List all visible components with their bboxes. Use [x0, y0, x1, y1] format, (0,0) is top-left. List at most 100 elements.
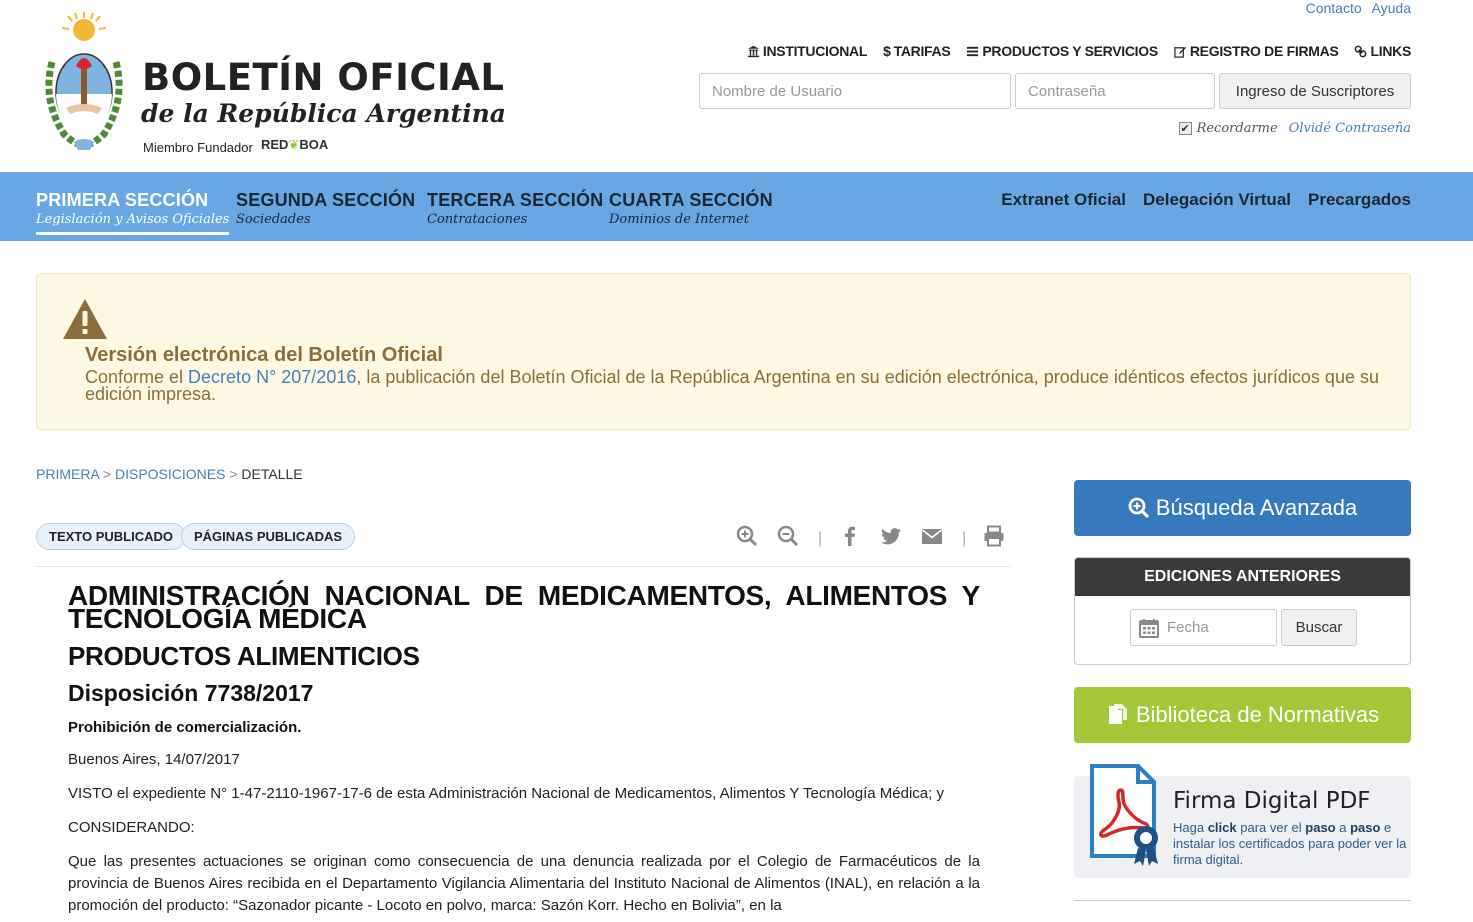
link-productos[interactable]: PRODUCTOS Y SERVICIOS — [966, 43, 1158, 59]
nav-cuarta-sub: Dominios de Internet — [609, 212, 749, 227]
site-header: BOLETÍN OFICIAL de la República Argentin… — [0, 0, 1473, 172]
list-icon — [967, 46, 979, 56]
article-toolbar: | | — [736, 524, 1024, 548]
nav-extranet-oficial[interactable]: Extranet Oficial — [1001, 190, 1126, 210]
tab-paginas-publicadas[interactable]: PÁGINAS PUBLICADAS — [181, 523, 356, 550]
article: ADMINISTRACIÓN NACIONAL DE MEDICAMENTOS,… — [68, 580, 980, 917]
boa-logo-text: BOA — [299, 137, 329, 152]
nav-cuarta-title: CUARTA SECCIÓN — [609, 190, 773, 210]
argentina-coat-of-arms-icon[interactable] — [38, 10, 130, 152]
contact-link[interactable]: Contacto — [1306, 0, 1362, 16]
main-links: INSTITUCIONAL $ TARIFAS PRODUCTOS Y SERV… — [747, 43, 1411, 59]
nav-segunda-title: SEGUNDA SECCIÓN — [236, 190, 416, 210]
link-links[interactable]: LINKS — [1354, 43, 1411, 59]
tab-texto-publicado[interactable]: TEXTO PUBLICADO — [36, 523, 186, 550]
firma-paso-2: paso — [1350, 820, 1381, 835]
nav-primera-title: PRIMERA SECCIÓN — [36, 190, 209, 210]
subscriber-login-button[interactable]: Ingreso de Suscriptores — [1219, 73, 1411, 109]
print-icon[interactable] — [983, 525, 1005, 547]
zoom-in-icon[interactable] — [736, 525, 758, 547]
toolbar-separator: | — [962, 530, 967, 547]
help-link[interactable]: Ayuda — [1372, 0, 1411, 16]
member-label: Miembro Fundador — [143, 140, 253, 155]
link-registro-label: REGISTRO DE FIRMAS — [1189, 43, 1339, 59]
envelope-icon[interactable] — [921, 525, 943, 547]
link-institucional[interactable]: INSTITUCIONAL — [747, 43, 867, 59]
username-input[interactable] — [699, 73, 1011, 109]
electronic-version-notice: Versión electrónica del Boletín Oficial … — [36, 273, 1411, 430]
library-label: Biblioteca de Normativas — [1135, 702, 1380, 727]
nav-segunda-sub: Sociedades — [236, 212, 311, 227]
breadcrumb-current: DETALLE — [241, 466, 303, 482]
nav-tercera-sub: Contrataciones — [427, 212, 528, 227]
remember-checkbox[interactable]: ✔ — [1178, 122, 1192, 135]
copy-icon — [1108, 704, 1127, 724]
site-title[interactable]: BOLETÍN OFICIAL — [142, 56, 505, 99]
nav-right-links: Extranet Oficial Delegación Virtual Prec… — [1001, 190, 1411, 210]
section-nav: PRIMERA SECCIÓN Legislación y Avisos Ofi… — [0, 172, 1473, 241]
red-boa-logo[interactable]: RED❦BOA — [261, 137, 328, 153]
pdf-certificate-icon — [1090, 764, 1158, 866]
editions-search-row: Fecha Buscar — [1130, 609, 1357, 646]
link-links-label: LINKS — [1370, 43, 1411, 59]
link-institucional-label: INSTITUCIONAL — [762, 43, 868, 59]
editions-search-button[interactable]: Buscar — [1281, 609, 1357, 646]
article-summary: Prohibición de comercialización. — [68, 719, 302, 736]
facebook-icon[interactable] — [839, 525, 861, 547]
date-placeholder: Fecha — [1167, 619, 1209, 636]
login-form: Ingreso de Suscriptores — [699, 73, 1411, 109]
leaf-icon: ❦ — [288, 137, 300, 152]
link-tarifas-label: TARIFAS — [893, 43, 951, 59]
remember-row: ✔ Recordarme Olvidé Contraseña — [1178, 121, 1411, 136]
site-subtitle: de la República Argentina — [141, 99, 506, 128]
zoom-out-icon[interactable] — [777, 525, 799, 547]
nav-segunda-seccion[interactable]: SEGUNDA SECCIÓN Sociedades — [236, 190, 415, 227]
nav-primera-seccion[interactable]: PRIMERA SECCIÓN Legislación y Avisos Ofi… — [36, 190, 230, 235]
previous-editions-title: EDICIONES ANTERIORES — [1075, 558, 1410, 596]
digital-signature-banner[interactable]: Firma Digital PDF Haga click para ver el… — [1074, 764, 1411, 878]
sidebar-divider — [1074, 900, 1411, 901]
remember-label[interactable]: Recordarme — [1197, 121, 1278, 136]
breadcrumb: PRIMERA > DISPOSICIONES > DETALLE — [36, 466, 303, 482]
breadcrumb-disposiciones[interactable]: DISPOSICIONES — [115, 466, 225, 482]
article-place-date: Buenos Aires, 14/07/2017 — [68, 751, 240, 768]
advanced-search-button[interactable]: Búsqueda Avanzada — [1074, 480, 1411, 536]
twitter-icon[interactable] — [880, 525, 902, 547]
library-button[interactable]: Biblioteca de Normativas — [1074, 687, 1411, 743]
link-registro-firmas[interactable]: REGISTRO DE FIRMAS — [1174, 43, 1339, 59]
article-considerando: CONSIDERANDO: — [68, 819, 195, 836]
firma-click[interactable]: click — [1208, 820, 1237, 835]
nav-precargados[interactable]: Precargados — [1308, 190, 1411, 210]
toolbar-divider — [36, 566, 1011, 567]
firma-paso: paso — [1305, 820, 1336, 835]
article-organism: ADMINISTRACIÓN NACIONAL DE MEDICAMENTOS,… — [68, 580, 980, 634]
firma-title: Firma Digital PDF — [1173, 788, 1371, 814]
advanced-search-label: Búsqueda Avanzada — [1155, 495, 1358, 520]
link-tarifas[interactable]: $ TARIFAS — [883, 43, 951, 59]
top-links: Contacto Ayuda — [1300, 0, 1411, 16]
forgot-password-link[interactable]: Olvidé Contraseña — [1289, 121, 1411, 136]
breadcrumb-sep: > — [229, 466, 238, 482]
link-icon — [1355, 45, 1367, 57]
search-plus-icon — [1128, 497, 1149, 519]
nav-primera-sub: Legislación y Avisos Oficiales — [36, 212, 230, 227]
nav-delegacion-virtual[interactable]: Delegación Virtual — [1143, 190, 1291, 210]
firma-text-1: Haga — [1173, 820, 1208, 835]
link-productos-label: PRODUCTOS Y SERVICIOS — [982, 43, 1158, 59]
notice-text: Conforme el Decreto N° 207/2016, la publ… — [85, 368, 1385, 403]
date-input[interactable]: Fecha — [1130, 609, 1277, 646]
firma-description: Haga click para ver el paso a paso e ins… — [1173, 820, 1408, 868]
calendar-icon — [1139, 618, 1159, 638]
red-logo-text: RED — [261, 137, 289, 152]
password-input[interactable] — [1015, 73, 1215, 109]
nav-tercera-title: TERCERA SECCIÓN — [427, 190, 604, 210]
nav-tercera-seccion[interactable]: TERCERA SECCIÓN Contrataciones — [427, 190, 603, 227]
previous-editions-panel: EDICIONES ANTERIORES Fecha Buscar — [1074, 557, 1411, 665]
breadcrumb-primera[interactable]: PRIMERA — [36, 466, 99, 482]
article-disposition: Disposición 7738/2017 — [68, 680, 314, 706]
dollar-icon: $ — [883, 43, 891, 59]
warning-icon — [63, 299, 107, 339]
nav-cuarta-seccion[interactable]: CUARTA SECCIÓN Dominios de Internet — [609, 190, 773, 227]
firma-text-3: a — [1335, 820, 1351, 835]
breadcrumb-sep: > — [102, 466, 112, 482]
